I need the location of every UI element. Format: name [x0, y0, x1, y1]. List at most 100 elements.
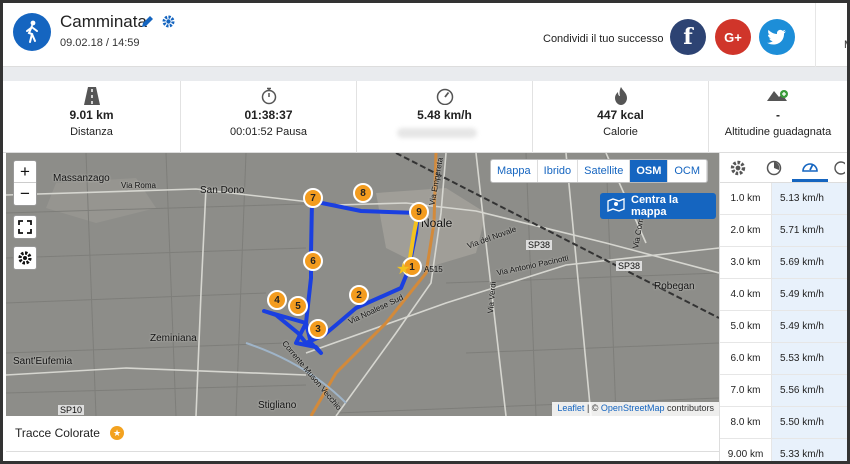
- split-row: 7.0 km 5.56 km/h: [720, 375, 847, 407]
- start-star-icon: ★: [396, 261, 411, 278]
- split-distance: 9.00 km: [720, 439, 772, 461]
- km-marker[interactable]: 2: [349, 285, 369, 305]
- zoom-control: + −: [13, 160, 37, 206]
- route-map[interactable]: Massanzago Via Roma San Dono Noale SP38 …: [6, 153, 719, 416]
- split-speed: 5.33 km/h: [772, 439, 847, 461]
- split-distance: 4.0 km: [720, 279, 772, 310]
- stat-value: 5.48 km/h: [417, 108, 472, 122]
- km-marker[interactable]: 3: [308, 319, 328, 339]
- splits-speed-tab[interactable]: [792, 153, 828, 182]
- split-distance: 8.0 km: [720, 407, 772, 438]
- map-attribution: Leaflet | © OpenStreetMap contributors: [552, 402, 719, 416]
- layer-tab-ocm[interactable]: OCM: [668, 160, 708, 182]
- share-text: Condividi il tuo successo: [543, 33, 664, 45]
- km-marker[interactable]: 6: [303, 251, 323, 271]
- walking-icon: [13, 13, 51, 51]
- stats-bar: 9.01 km Distanza 01:38:37 00:01:52 Pausa…: [3, 81, 847, 153]
- facebook-share-button[interactable]: f: [670, 19, 706, 55]
- split-speed: 5.56 km/h: [772, 375, 847, 406]
- split-distance: 5.0 km: [720, 311, 772, 342]
- settings-gear-icon[interactable]: [161, 14, 176, 29]
- zoom-out-button[interactable]: −: [14, 183, 36, 205]
- split-row: 6.0 km 5.53 km/h: [720, 343, 847, 375]
- activity-header: Camminata 09.02.18 / 14:59 Condividi il …: [3, 3, 847, 67]
- km-marker[interactable]: 5: [288, 296, 308, 316]
- split-distance: 1.0 km: [720, 183, 772, 214]
- road-icon: [3, 87, 180, 105]
- layer-tab-ibrido[interactable]: Ibrido: [538, 160, 579, 182]
- stat-value: 01:38:37: [244, 108, 293, 122]
- stat-value: 447 kcal: [597, 108, 644, 122]
- split-row: 8.0 km 5.50 km/h: [720, 407, 847, 439]
- stat-value: -: [776, 108, 780, 122]
- split-speed: 5.49 km/h: [772, 311, 847, 342]
- map-label: Sant'Eufemia: [13, 356, 73, 367]
- split-speed: 5.53 km/h: [772, 343, 847, 374]
- split-row: 9.00 km 5.33 km/h: [720, 439, 847, 461]
- center-map-label: Centra la mappa: [631, 194, 679, 218]
- google-plus-share-button[interactable]: G+: [715, 19, 751, 55]
- map-settings-button[interactable]: [13, 246, 37, 270]
- split-row: 5.0 km 5.49 km/h: [720, 311, 847, 343]
- layer-tab-satellite[interactable]: Satellite: [578, 160, 631, 182]
- map-label: A515: [424, 265, 443, 274]
- zoom-in-button[interactable]: +: [14, 161, 36, 183]
- splits-settings-tab[interactable]: [720, 153, 756, 182]
- split-speed: 5.49 km/h: [772, 279, 847, 310]
- splits-time-tab[interactable]: [828, 153, 847, 182]
- map-label: Via Roma: [121, 181, 156, 190]
- fullscreen-icon: [14, 216, 36, 238]
- splits-pace-tab[interactable]: [756, 153, 792, 182]
- colored-tracks-label: Tracce Colorate: [15, 426, 100, 440]
- speedometer-icon: [357, 87, 532, 105]
- app-window: Camminata 09.02.18 / 14:59 Condividi il …: [0, 0, 850, 464]
- map-label: SP38: [526, 240, 553, 250]
- map-icon: [607, 197, 625, 215]
- map-label: SP10: [58, 405, 85, 415]
- center-map-button[interactable]: Centra la mappa: [600, 193, 716, 219]
- stat-distance: 9.01 km Distanza: [3, 81, 181, 153]
- split-speed: 5.69 km/h: [772, 247, 847, 278]
- speedometer-icon: [802, 163, 818, 172]
- split-distance: 2.0 km: [720, 215, 772, 246]
- osm-link[interactable]: OpenStreetMap: [601, 403, 665, 413]
- pace-icon: [766, 160, 782, 175]
- separator-band: [3, 67, 847, 81]
- stopwatch-icon: [181, 87, 356, 105]
- clock-icon: [834, 160, 845, 175]
- stat-calories: 447 kcal Calorie: [533, 81, 709, 153]
- map-label: Massanzago: [53, 173, 110, 184]
- stat-speed: 5.48 km/h: [357, 81, 533, 153]
- stat-label: Calorie: [603, 126, 638, 138]
- split-speed: 5.13 km/h: [772, 183, 847, 214]
- split-speed: 5.50 km/h: [772, 407, 847, 438]
- split-distance: 3.0 km: [720, 247, 772, 278]
- gear-icon: [14, 247, 36, 269]
- truncated-text: M: [844, 39, 847, 51]
- layer-tab-mappa[interactable]: Mappa: [491, 160, 538, 182]
- stat-duration: 01:38:37 00:01:52 Pausa: [181, 81, 357, 153]
- split-distance: 6.0 km: [720, 343, 772, 374]
- leaflet-link[interactable]: Leaflet: [557, 403, 584, 413]
- stat-label: Altitudine guadagnata: [724, 126, 832, 138]
- layer-tab-osm[interactable]: OSM: [630, 160, 669, 182]
- km-marker[interactable]: 4: [267, 290, 287, 310]
- fullscreen-button[interactable]: [13, 215, 37, 239]
- map-label: Stigliano: [258, 400, 297, 411]
- km-marker-finish[interactable]: 9: [409, 202, 429, 222]
- km-marker[interactable]: 8: [353, 183, 373, 203]
- stat-label: Distanza: [70, 126, 113, 138]
- flame-icon: [533, 87, 708, 105]
- mountain-icon: [709, 87, 847, 105]
- star-badge-icon[interactable]: ★: [110, 426, 124, 440]
- colored-tracks-section: Tracce Colorate ★: [6, 416, 719, 452]
- map-label: SP38: [616, 261, 643, 271]
- stat-altitude: - Altitudine guadagnata: [709, 81, 847, 153]
- twitter-share-button[interactable]: [759, 19, 795, 55]
- activity-datetime: 09.02.18 / 14:59: [60, 37, 140, 49]
- map-layer-tabs: Mappa Ibrido Satellite OSM OCM: [490, 159, 709, 183]
- km-marker[interactable]: 7: [303, 188, 323, 208]
- blurred-region: [397, 128, 477, 138]
- gear-icon: [730, 160, 746, 175]
- edit-pencil-icon[interactable]: [140, 14, 155, 29]
